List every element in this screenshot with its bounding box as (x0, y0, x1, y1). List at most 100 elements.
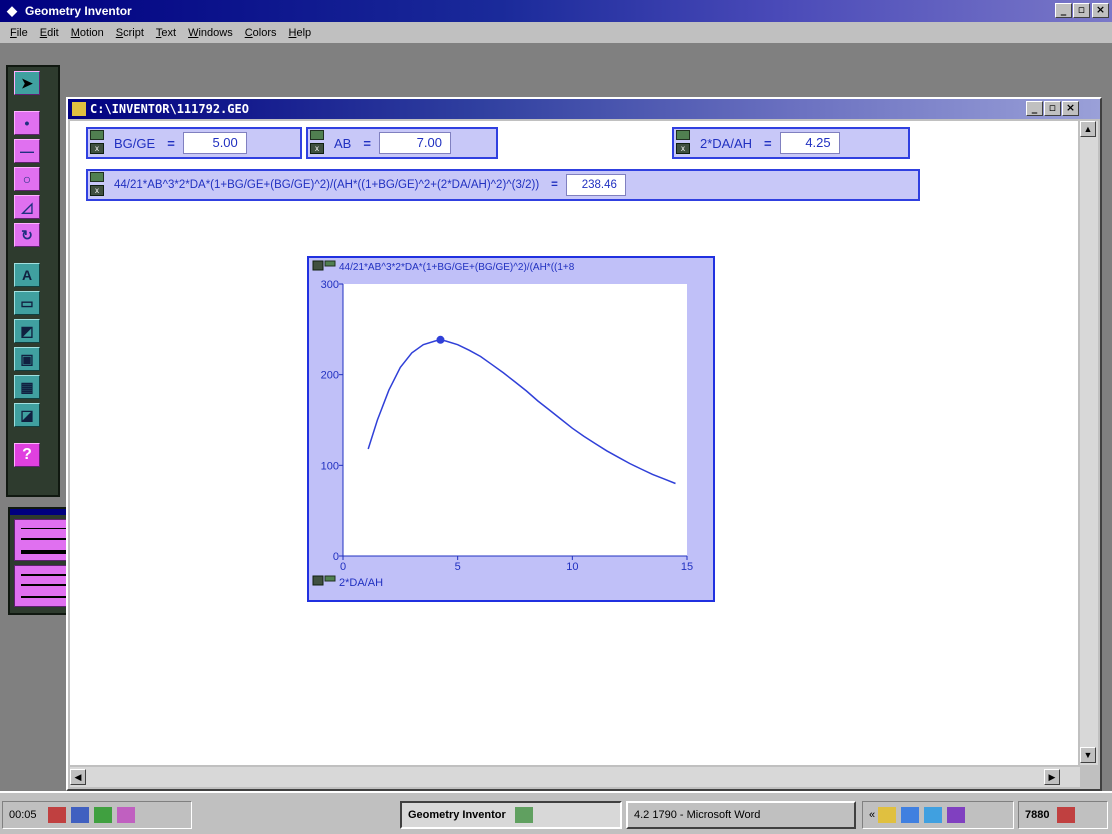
menu-text[interactable]: Text (150, 27, 182, 39)
text-icon: A (21, 267, 33, 283)
scroll-left-button[interactable]: ◀ (70, 769, 86, 785)
sketch-canvas[interactable]: x BG/GE = 5.00 x AB = 7.00 x 2*DA/AH = 4… (70, 121, 1078, 765)
help-tool-button[interactable]: ? (14, 443, 40, 467)
point-icon: • (24, 115, 30, 131)
graph-menu-icon (324, 260, 336, 267)
quick-launch-icon[interactable] (93, 807, 112, 824)
y-tick-label: 0 (333, 551, 339, 563)
taskbar-word-button[interactable]: 4.2 1790 - Microsoft Word (626, 801, 856, 829)
text-tool-button[interactable]: A (14, 263, 40, 287)
x-axis-label: 2*DA/AH (339, 577, 383, 589)
tray-app-icon[interactable] (878, 807, 897, 824)
app-title-bar: ◆ Geometry Inventor _ ▫ × (0, 0, 1112, 22)
equals-sign: = (764, 135, 772, 151)
expression-menu-icon[interactable]: x (676, 130, 692, 156)
expression-ab[interactable]: x AB = 7.00 (306, 127, 498, 159)
minimize-button[interactable]: _ (1055, 3, 1072, 18)
expression-label: BG/GE (114, 135, 156, 151)
menu-colors[interactable]: Colors (239, 27, 283, 39)
arrow-icon: ➤ (21, 75, 33, 91)
menu-help[interactable]: Help (283, 27, 318, 39)
horizontal-scrollbar[interactable]: ◀ ▶ (70, 767, 1080, 787)
transform-tool-button[interactable]: ◩ (14, 319, 40, 343)
quick-launch-icon[interactable] (70, 807, 89, 824)
expression-value: 5.00 (182, 132, 247, 154)
circle-icon: ○ (22, 171, 32, 187)
menu-edit[interactable]: Edit (34, 27, 65, 39)
help-icon: ? (22, 446, 32, 463)
expression-formula[interactable]: x 44/21*AB^3*2*DA*(1+BG/GE+(BG/GE)^2)/(A… (86, 169, 920, 201)
expression-bg-ge[interactable]: x BG/GE = 5.00 (86, 127, 302, 159)
tray-value: 7880 (1025, 809, 1050, 821)
current-value-marker (436, 335, 445, 344)
expression-menu-icon[interactable]: x (310, 130, 326, 156)
xlabel-menu-icon (324, 575, 336, 582)
doc-close-button[interactable]: × (1062, 101, 1079, 116)
plot-area (343, 284, 687, 556)
arc-tool-button[interactable]: ↻ (14, 223, 40, 247)
tray-status-icon[interactable] (1056, 807, 1075, 824)
triangle-icon: ◿ (21, 199, 33, 215)
tray-app-icon[interactable] (901, 807, 920, 824)
menu-bar: File Edit Motion Script Text Windows Col… (0, 22, 1112, 43)
expression-value: 4.25 (779, 132, 840, 154)
chevron-icon[interactable]: « (869, 809, 875, 821)
quick-launch-icon[interactable] (116, 807, 135, 824)
measure-tool-button[interactable]: ▭ (14, 291, 40, 315)
close-button[interactable]: × (1092, 3, 1109, 18)
function-graph[interactable]: 44/21*AB^3*2*DA*(1+BG/GE+(BG/GE)^2)/(AH*… (307, 256, 715, 602)
segment-icon: — (20, 143, 34, 159)
expression-menu-icon[interactable]: x (90, 172, 106, 198)
menu-file[interactable]: File (4, 27, 34, 39)
calc-tool-button[interactable]: ▣ (14, 347, 40, 371)
document-icon (72, 102, 86, 116)
y-tick-label: 100 (321, 460, 339, 472)
document-title: C:\INVENTOR\111792.GEO (90, 102, 249, 116)
point-tool-button[interactable]: • (14, 111, 40, 135)
expression-label: AB (334, 135, 352, 151)
menu-windows[interactable]: Windows (182, 27, 239, 39)
circle-tool-button[interactable]: ○ (14, 167, 40, 191)
xlabel-menu-icon (312, 575, 324, 586)
app-logo-icon (514, 807, 533, 824)
menu-script[interactable]: Script (110, 27, 150, 39)
arrow-tool-button[interactable]: ➤ (14, 71, 40, 95)
table-icon: ▦ (20, 379, 34, 395)
tray-right: 7880 (1018, 801, 1108, 829)
expression-menu-icon[interactable]: x (90, 130, 106, 156)
equals-sign: = (167, 135, 175, 151)
doc-restore-button[interactable]: ▫ (1044, 101, 1061, 116)
task-label: 4.2 1790 - Microsoft Word (634, 809, 761, 821)
y-tick-label: 300 (321, 279, 339, 291)
graph-plot-svg: 44/21*AB^3*2*DA*(1+BG/GE+(BG/GE)^2)/(AH*… (312, 260, 693, 589)
segment-tool-button[interactable]: — (14, 139, 40, 163)
menu-motion[interactable]: Motion (65, 27, 110, 39)
x-tick-label: 10 (566, 561, 578, 573)
taskbar: 00:05 Geometry Inventor 4.2 1790 - Micro… (0, 791, 1112, 834)
scroll-up-button[interactable]: ▲ (1080, 121, 1096, 137)
x-tick-label: 0 (340, 561, 346, 573)
document-window: C:\INVENTOR\111792.GEO _ ▫ × x BG/GE = 5… (66, 97, 1102, 791)
expression-da-ah[interactable]: x 2*DA/AH = 4.25 (672, 127, 910, 159)
taskbar-geometry-inventor-button[interactable]: Geometry Inventor (400, 801, 622, 829)
graph-tool-button[interactable]: ◪ (14, 403, 40, 427)
tray-app-icon[interactable] (947, 807, 966, 824)
graph-icon: ◪ (20, 407, 34, 423)
triangle-tool-button[interactable]: ◿ (14, 195, 40, 219)
app-logo-icon: ◆ (7, 3, 17, 18)
scroll-down-button[interactable]: ▼ (1080, 747, 1096, 763)
equals-sign: = (363, 135, 371, 151)
maximize-button[interactable]: ▫ (1073, 3, 1090, 18)
scroll-right-button[interactable]: ▶ (1044, 769, 1060, 785)
clock: 00:05 (9, 809, 37, 821)
doc-minimize-button[interactable]: _ (1026, 101, 1043, 116)
quick-launch-icon[interactable] (47, 807, 66, 824)
tray-app-icon[interactable] (924, 807, 943, 824)
tool-palette: ➤ • — ○ ◿ ↻ A ▭ ◩ ▣ ▦ ◪ ? (6, 65, 60, 497)
task-label: Geometry Inventor (408, 809, 506, 821)
table-tool-button[interactable]: ▦ (14, 375, 40, 399)
vertical-scrollbar[interactable]: ▲ ▼ (1080, 121, 1098, 765)
formula-label: 44/21*AB^3*2*DA*(1+BG/GE+(BG/GE)^2)/(AH*… (114, 179, 540, 191)
y-tick-label: 200 (321, 370, 339, 382)
arc-icon: ↻ (21, 227, 33, 243)
